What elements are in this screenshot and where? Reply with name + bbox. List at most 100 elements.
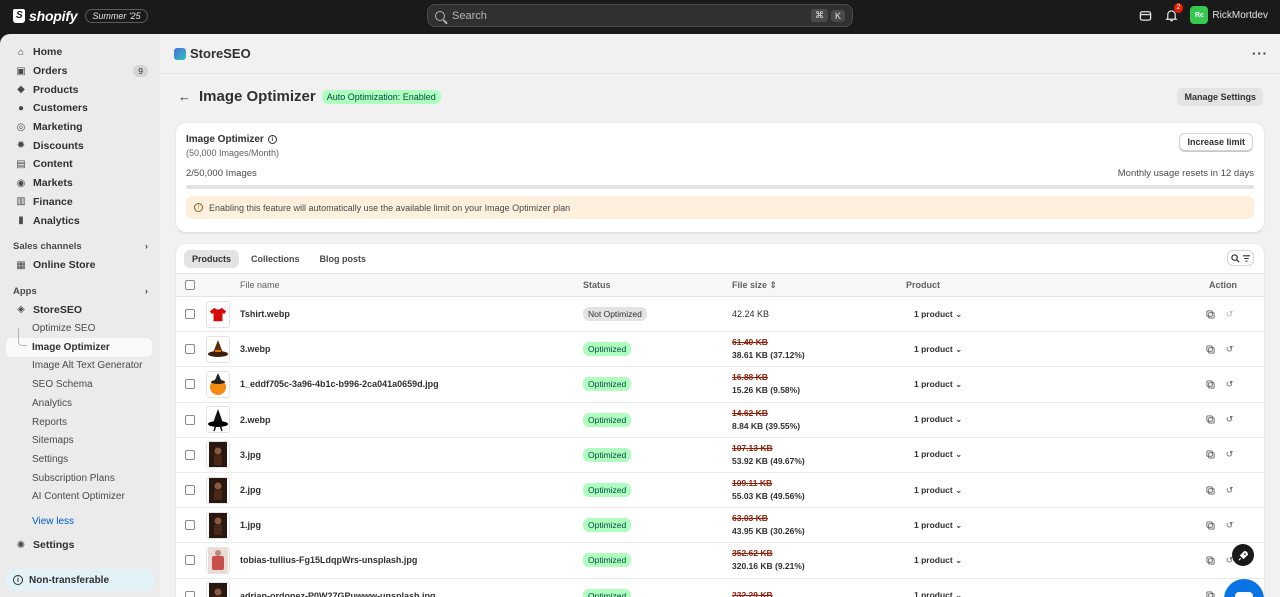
sidebar-item-storeseo[interactable]: ◈ StoreSEO — [0, 301, 160, 320]
row-checkbox[interactable] — [185, 555, 195, 566]
row-checkbox[interactable] — [185, 485, 195, 496]
select-all-checkbox[interactable] — [185, 280, 195, 290]
sidebar-item-marketing[interactable]: ◎ Marketing — [0, 118, 160, 137]
tabs: Products Collections Blog posts — [176, 244, 1264, 274]
content-icon: ▤ — [16, 158, 26, 170]
row-checkbox[interactable] — [185, 414, 195, 425]
restore-icon[interactable]: ↺ — [1225, 520, 1234, 530]
product-count: 1 product — [914, 519, 953, 530]
product-dropdown[interactable]: 1 product ⌄ — [914, 485, 962, 496]
chevron-down-icon: ⌄ — [955, 378, 963, 389]
product-dropdown[interactable]: 1 product ⌄ — [914, 520, 962, 531]
sales-channels-section[interactable]: Sales channels › — [0, 238, 160, 256]
product-dropdown[interactable]: 1 product ⌄ — [914, 555, 962, 566]
product-dropdown[interactable]: 1 product ⌄ — [914, 590, 962, 597]
product-thumbnail — [206, 441, 230, 469]
restore-icon[interactable]: ↺ — [1225, 309, 1234, 319]
row-checkbox[interactable] — [185, 379, 195, 390]
sidebar-subitem-ai-content-optimizer[interactable]: AI Content Optimizer — [0, 487, 160, 506]
compare-icon[interactable] — [1206, 345, 1215, 354]
compare-icon[interactable] — [1206, 556, 1215, 565]
optimize-icon[interactable] — [1206, 310, 1215, 319]
more-actions-icon[interactable]: ··· — [1252, 46, 1268, 61]
restore-icon[interactable]: ↺ — [1225, 344, 1234, 354]
info-icon[interactable]: i — [267, 135, 277, 144]
brand-name: shopify — [29, 8, 78, 24]
sidebar-item-orders[interactable]: ▣ Orders 9 — [0, 62, 160, 81]
user-menu[interactable]: Rc RickMortdev — [1190, 6, 1268, 24]
sidebar-item-home[interactable]: ⌂ Home — [0, 43, 160, 62]
compare-icon[interactable] — [1206, 591, 1215, 597]
product-dropdown[interactable]: 1 product ⌄ — [914, 309, 962, 320]
shopify-logo[interactable]: shopify Summer '25 — [13, 8, 148, 24]
sidebar-item-online-store[interactable]: ▦ Online Store — [0, 256, 160, 275]
sidebar-item-finance[interactable]: ▥ Finance — [0, 193, 160, 212]
sidebar-subitem-settings[interactable]: Settings — [0, 450, 160, 469]
search-bar[interactable]: Search ⌘ K — [427, 4, 853, 27]
sidebar-item-markets[interactable]: ◉ Markets — [0, 174, 160, 193]
compare-icon[interactable] — [1206, 485, 1215, 495]
product-dropdown[interactable]: 1 product ⌄ — [914, 379, 962, 390]
optimized-size: 8.84 KB (39.55%) — [732, 420, 801, 431]
restore-icon[interactable]: ↺ — [1225, 414, 1234, 424]
product-dropdown[interactable]: 1 product ⌄ — [914, 414, 962, 425]
status-badge: Optimized — [583, 377, 632, 392]
bell-icon[interactable]: 2 — [1164, 3, 1184, 22]
sidebar-subitem-subscription-plans[interactable]: Subscription Plans — [0, 469, 160, 488]
row-checkbox[interactable] — [185, 344, 195, 355]
compare-icon[interactable] — [1206, 380, 1215, 389]
sidebar-subitem-analytics[interactable]: Analytics — [0, 394, 160, 413]
table-row: adrian-ordonez-P0W27GPuwww-unsplash.jpg … — [176, 579, 1264, 597]
row-checkbox[interactable] — [185, 520, 195, 531]
top-right-actions: 2 Rc RickMortdev — [1138, 3, 1268, 24]
restore-icon[interactable]: ↺ — [1225, 485, 1234, 495]
sidebar-item-settings[interactable]: ✺ Settings — [0, 536, 160, 555]
tab-collections[interactable]: Collections — [243, 250, 308, 268]
product-dropdown[interactable]: 1 product ⌄ — [914, 344, 962, 355]
apps-section[interactable]: Apps › — [0, 283, 160, 301]
tab-products[interactable]: Products — [184, 249, 240, 268]
size-cell: 42.24 KB — [732, 308, 769, 321]
compare-icon[interactable] — [1206, 450, 1215, 459]
sidebar-subitem-alt-text[interactable]: Image Alt Text Generator — [0, 357, 160, 376]
sidebar-item-content[interactable]: ▤ Content — [0, 155, 160, 174]
product-dropdown[interactable]: 1 product ⌄ — [914, 449, 962, 460]
row-checkbox[interactable] — [185, 309, 195, 320]
manage-settings-button[interactable]: Manage Settings — [1177, 88, 1263, 106]
sidebar-subitem-sitemaps[interactable]: Sitemaps — [0, 431, 160, 450]
sort-icon: ⇕ — [769, 279, 778, 290]
sidebar-item-customers[interactable]: ● Customers — [0, 99, 160, 118]
usage-title-text: Image Optimizer — [186, 134, 264, 145]
file-name: tobias-tullius-Fg15LdqpWrs-unsplash.jpg — [240, 555, 418, 566]
edition-badge[interactable]: Summer '25 — [85, 9, 148, 23]
compare-icon[interactable] — [1206, 415, 1215, 424]
non-transferable-banner[interactable]: i Non-transferable — [6, 569, 154, 591]
sidebar-item-discounts[interactable]: ✹ Discounts — [0, 136, 160, 155]
col-file-size[interactable]: File size ⇕ — [732, 279, 777, 292]
restore-icon[interactable]: ↺ — [1225, 379, 1234, 389]
restore-icon[interactable]: ↺ — [1225, 449, 1234, 459]
row-checkbox[interactable] — [185, 590, 195, 597]
view-less-link[interactable]: View less — [0, 512, 160, 530]
compare-icon[interactable] — [1206, 521, 1215, 530]
sidebar-subitem-seo-schema[interactable]: SEO Schema — [0, 375, 160, 394]
tab-blog-posts[interactable]: Blog posts — [312, 250, 375, 268]
back-arrow-icon[interactable]: ← — [178, 89, 191, 104]
row-checkbox[interactable] — [185, 449, 195, 460]
sidebar-subitem-image-optimizer[interactable]: Image Optimizer — [6, 328, 152, 357]
optimized-size: 320.16 KB (9.21%) — [732, 561, 805, 572]
chevron-down-icon: ⌄ — [955, 449, 963, 460]
search-filter-button[interactable] — [1227, 250, 1254, 266]
app-header: StoreSEO — [160, 34, 1280, 74]
sidebar-item-label: Orders — [33, 65, 68, 78]
product-thumbnail — [206, 511, 230, 539]
increase-limit-button[interactable]: Increase limit — [1179, 133, 1253, 151]
discount-icon: ✹ — [16, 140, 26, 152]
sidebar-item-label: Settings — [33, 539, 75, 552]
store-icon[interactable] — [1138, 8, 1152, 22]
sidebar-item-label: Discounts — [33, 139, 84, 152]
sidebar-subitem-reports[interactable]: Reports — [0, 413, 160, 432]
rocket-icon[interactable] — [1232, 544, 1254, 566]
sidebar-item-analytics[interactable]: ▮ Analytics — [0, 211, 160, 230]
sidebar-item-products[interactable]: ◆ Products — [0, 80, 160, 99]
